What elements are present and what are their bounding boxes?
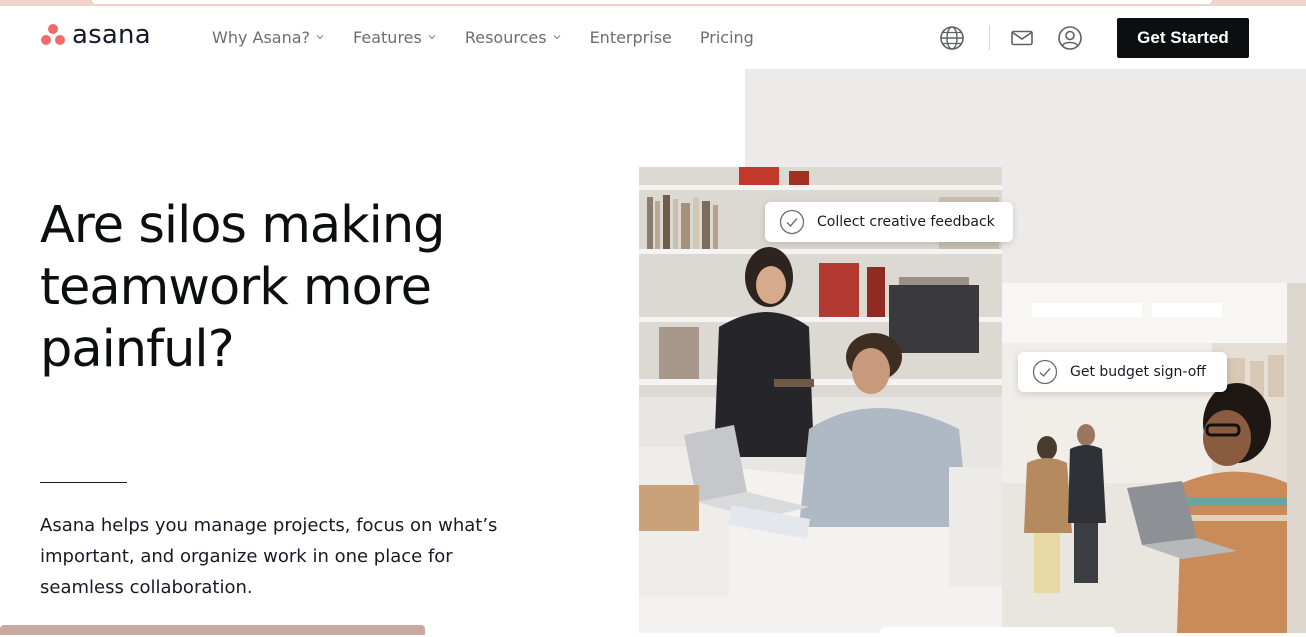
nav-item-label: Features — [353, 27, 422, 47]
chevron-down-icon — [553, 35, 560, 40]
card-label: Collect creative feedback — [817, 214, 995, 230]
globe-icon[interactable] — [938, 24, 966, 52]
top-navigation: asana Why Asana? Features Resources Ente… — [0, 6, 1306, 68]
nav-divider — [989, 26, 990, 50]
hero-headline: Are silos making teamwork more painful? — [40, 196, 446, 379]
check-circle-icon — [1032, 359, 1058, 385]
nav-item-label: Enterprise — [589, 27, 672, 47]
chevron-down-icon — [316, 35, 324, 40]
nav-item-features[interactable]: Features — [353, 26, 437, 48]
budget-signoff-card: Get budget sign-off — [1018, 352, 1227, 392]
asana-logo[interactable]: asana — [40, 20, 151, 50]
asana-logo-icon — [40, 23, 66, 47]
user-icon[interactable] — [1056, 24, 1084, 52]
mail-icon[interactable] — [1008, 24, 1036, 52]
hero-button[interactable] — [0, 625, 425, 635]
nav-item-why-asana[interactable]: Why Asana? — [212, 26, 325, 48]
card-label: Get budget sign-off — [1070, 364, 1206, 380]
nav-item-label: Pricing — [699, 27, 754, 47]
nav-item-pricing[interactable]: Pricing — [700, 26, 754, 48]
brand-name: asana — [72, 20, 151, 50]
check-circle-icon — [779, 209, 805, 235]
collect-feedback-card: Collect creative feedback — [765, 202, 1013, 242]
main-menu: Why Asana? Features Resources Enterprise… — [212, 26, 782, 48]
nav-item-label: Resources — [464, 27, 547, 47]
nav-item-resources[interactable]: Resources — [465, 26, 562, 48]
get-started-button[interactable]: Get Started — [1117, 18, 1249, 58]
partial-task-card — [880, 627, 1116, 637]
hero-description: Asana helps you manage projects, focus o… — [40, 515, 498, 598]
nav-item-label: Why Asana? — [212, 27, 311, 47]
chevron-down-icon — [428, 35, 436, 40]
nav-item-enterprise[interactable]: Enterprise — [590, 26, 672, 48]
woman-with-laptop-photo — [1002, 283, 1306, 633]
studio-photo-illustration — [1002, 283, 1306, 633]
divider-line — [40, 482, 127, 483]
